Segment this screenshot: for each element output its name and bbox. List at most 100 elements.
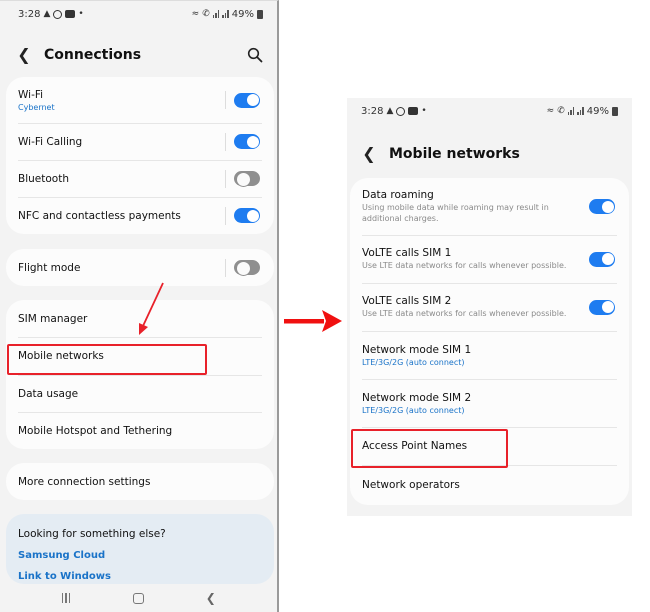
- samsung-cloud-link[interactable]: Samsung Cloud: [18, 550, 262, 561]
- row-label: Mobile networks: [18, 350, 104, 362]
- recent-apps-button[interactable]: [51, 593, 81, 603]
- row-value: LTE/3G/2G (auto connect): [362, 405, 465, 415]
- row-description: Use LTE data networks for calls whenever…: [362, 260, 567, 270]
- whatsapp-icon: [53, 9, 63, 19]
- settings-row-access-point-names[interactable]: Access Point Names: [350, 427, 629, 465]
- settings-row-volte-sim2[interactable]: VoLTE calls SIM 2 Use LTE data networks …: [350, 283, 629, 331]
- divider: [225, 132, 226, 151]
- back-button[interactable]: ❮: [359, 144, 379, 163]
- more-settings-card: More connection settings: [6, 463, 274, 500]
- dot-icon: •: [421, 106, 427, 116]
- suggestions-card: Looking for something else? Samsung Clou…: [6, 514, 274, 584]
- recent-apps-icon: [61, 593, 71, 603]
- connections-header: ❮ Connections: [0, 45, 277, 64]
- snapchat-icon: ▲: [43, 9, 51, 19]
- signal-sim2-icon: [222, 10, 229, 18]
- divider: [225, 258, 226, 277]
- page-title: Mobile networks: [389, 145, 520, 162]
- bluetooth-toggle[interactable]: [234, 171, 260, 187]
- wifi-toggle[interactable]: [234, 92, 260, 108]
- search-icon[interactable]: [247, 47, 263, 63]
- battery-percent: 49%: [231, 8, 254, 20]
- home-icon: [132, 592, 144, 604]
- settings-row-network-mode-sim1[interactable]: Network mode SIM 1 LTE/3G/2G (auto conne…: [350, 331, 629, 379]
- mobile-networks-card: Data roaming Using mobile data while roa…: [350, 178, 629, 505]
- row-label: SIM manager: [18, 312, 88, 325]
- signal-sim1-icon: [567, 107, 575, 115]
- back-nav-icon: ❮: [205, 591, 216, 605]
- settings-row-bluetooth[interactable]: Bluetooth: [6, 160, 274, 197]
- signal-sim1-icon: [212, 10, 220, 18]
- row-label: VoLTE calls SIM 2: [362, 294, 452, 307]
- wifi-icon: ≈: [546, 106, 555, 116]
- settings-row-flight-mode[interactable]: Flight mode: [6, 249, 274, 286]
- settings-row-network-operators[interactable]: Network operators: [350, 465, 629, 505]
- home-button[interactable]: [123, 592, 153, 604]
- divider: [225, 169, 226, 188]
- row-label: More connection settings: [18, 475, 151, 488]
- row-description: Use LTE data networks for calls whenever…: [362, 308, 567, 318]
- whatsapp-icon: [396, 106, 406, 116]
- youtube-icon: [408, 107, 419, 115]
- settings-row-mobile-networks[interactable]: Mobile networks: [6, 337, 274, 375]
- status-time: 3:28: [18, 8, 41, 20]
- nfc-toggle[interactable]: [234, 208, 260, 223]
- page-title: Connections: [44, 46, 142, 63]
- flight-mode-toggle[interactable]: [234, 260, 260, 276]
- mobile-networks-screen: 3:28 ▲ • ≈ ✆ 49% ❮ Mobile networks Data …: [347, 98, 632, 516]
- transition-arrow-icon: [284, 310, 342, 332]
- flight-mode-card: Flight mode: [6, 249, 274, 286]
- settings-row-network-mode-sim2[interactable]: Network mode SIM 2 LTE/3G/2G (auto conne…: [350, 379, 629, 427]
- settings-row-data-usage[interactable]: Data usage: [6, 375, 274, 412]
- row-label: Flight mode: [18, 261, 81, 274]
- wifi-calling-toggle[interactable]: [234, 134, 260, 149]
- dot-icon: •: [78, 9, 84, 19]
- link-to-windows-link[interactable]: Link to Windows: [18, 571, 262, 582]
- wifi-network-name: Cybernet: [18, 102, 55, 112]
- settings-row-wifi[interactable]: Wi-Fi Cybernet: [6, 77, 274, 123]
- row-label: Mobile Hotspot and Tethering: [18, 424, 173, 437]
- row-label: Data roaming: [362, 188, 434, 201]
- wifi-calling-icon: ✆: [202, 9, 210, 19]
- signal-sim2-icon: [577, 107, 584, 115]
- data-roaming-toggle[interactable]: [589, 199, 615, 214]
- divider: [225, 206, 226, 225]
- row-label: VoLTE calls SIM 1: [362, 246, 452, 259]
- mobile-networks-header: ❮ Mobile networks: [347, 144, 632, 163]
- network-settings-card: SIM manager Mobile networks Data usage M…: [6, 300, 274, 449]
- battery-percent: 49%: [586, 105, 609, 117]
- divider: [225, 91, 226, 109]
- settings-row-nfc[interactable]: NFC and contactless payments: [6, 197, 274, 234]
- row-label: Data usage: [18, 387, 79, 400]
- row-value: LTE/3G/2G (auto connect): [362, 357, 465, 367]
- volte-sim1-toggle[interactable]: [589, 251, 615, 267]
- snapchat-icon: ▲: [386, 106, 394, 116]
- status-bar: 3:28 ▲ • ≈ ✆ 49%: [0, 3, 277, 25]
- suggestions-title: Looking for something else?: [18, 528, 166, 540]
- status-bar: 3:28 ▲ • ≈ ✆ 49%: [347, 100, 632, 122]
- wifi-calling-icon: ✆: [557, 106, 565, 116]
- row-label: Access Point Names: [362, 440, 468, 452]
- settings-row-more-connection-settings[interactable]: More connection settings: [6, 463, 274, 500]
- wireless-settings-card: Wi-Fi Cybernet Wi-Fi Calling Bluetooth N…: [6, 77, 274, 234]
- row-label: Network operators: [362, 479, 460, 491]
- row-description: Using mobile data while roaming may resu…: [362, 202, 549, 223]
- settings-row-volte-sim1[interactable]: VoLTE calls SIM 1 Use LTE data networks …: [350, 235, 629, 283]
- row-label: Network mode SIM 1: [362, 343, 472, 356]
- row-label: NFC and contactless payments: [18, 209, 181, 222]
- settings-row-sim-manager[interactable]: SIM manager: [6, 300, 274, 337]
- settings-row-wifi-calling[interactable]: Wi-Fi Calling: [6, 123, 274, 160]
- wifi-icon: ≈: [191, 9, 200, 19]
- settings-row-hotspot[interactable]: Mobile Hotspot and Tethering: [6, 412, 274, 449]
- row-label: Wi-Fi Calling: [18, 135, 83, 148]
- row-label: Bluetooth: [18, 172, 69, 185]
- youtube-icon: [65, 10, 76, 18]
- back-button[interactable]: ❮: [14, 45, 34, 64]
- row-label: Wi-Fi: [18, 88, 44, 101]
- navigation-bar: ❮: [0, 584, 277, 612]
- settings-row-data-roaming[interactable]: Data roaming Using mobile data while roa…: [350, 178, 629, 235]
- battery-icon: [257, 9, 263, 19]
- battery-icon: [612, 106, 618, 116]
- back-nav-button[interactable]: ❮: [196, 591, 226, 605]
- volte-sim2-toggle[interactable]: [589, 299, 615, 315]
